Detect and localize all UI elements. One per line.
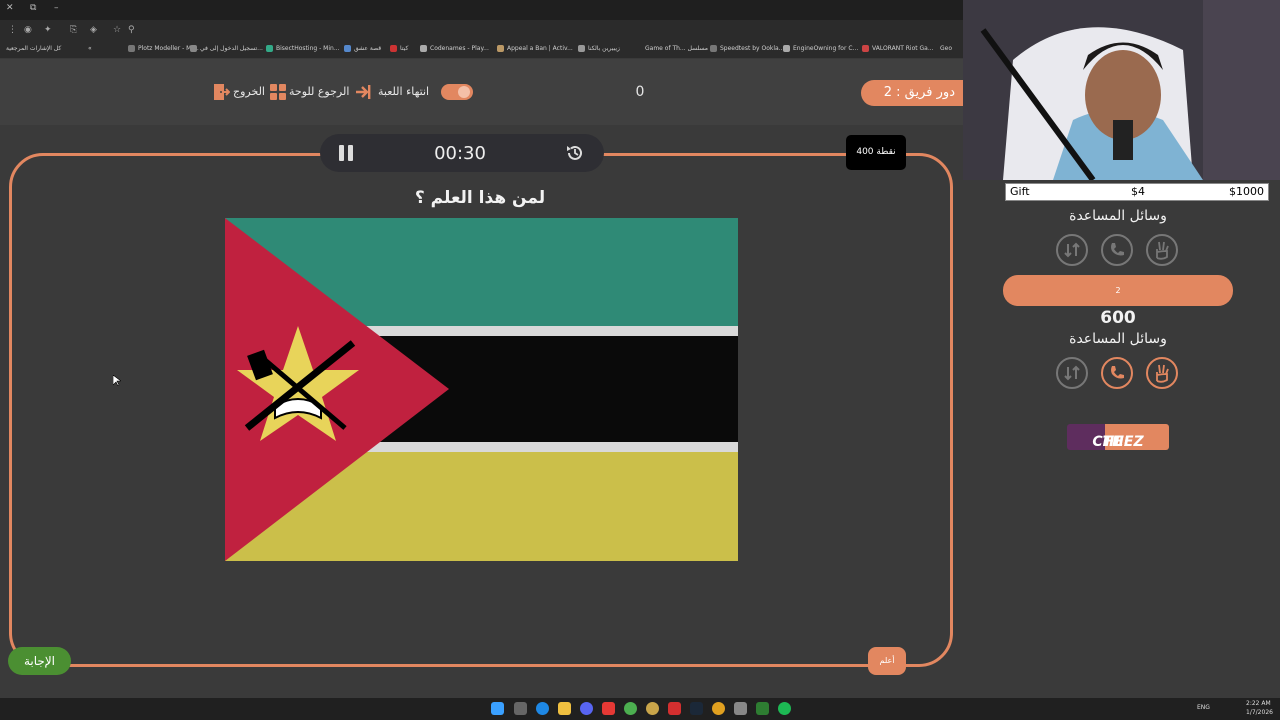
extension-icon[interactable]: ✦ bbox=[44, 25, 52, 35]
browser-titlebar: ✕ ⧉ – bbox=[0, 0, 963, 20]
hand-gesture-icon[interactable] bbox=[1146, 234, 1178, 266]
the-chefz-logo: THE CHEFZ bbox=[1067, 424, 1169, 450]
windows-taskbar: ENG 2:22 AM 1/7/2026 bbox=[0, 698, 1280, 720]
star-icon[interactable]: ☆ bbox=[113, 25, 121, 35]
bookmark-item[interactable]: زيبيرين بالكنا bbox=[578, 45, 620, 52]
help-tools-title: وسائل المساعدة bbox=[1069, 331, 1167, 347]
lens-icon[interactable]: ⚲ bbox=[128, 25, 135, 35]
toggle-knob bbox=[458, 86, 470, 98]
discord-icon[interactable] bbox=[580, 702, 593, 715]
windows-start-icon[interactable] bbox=[491, 702, 504, 715]
edge-icon[interactable] bbox=[536, 702, 549, 715]
arrow-right-icon[interactable] bbox=[354, 83, 372, 101]
phone-call-icon[interactable] bbox=[1101, 234, 1133, 266]
minimize-icon[interactable]: – bbox=[54, 3, 59, 13]
mouse-cursor-icon bbox=[113, 375, 121, 386]
screen: ✕ ⧉ – ⋮ ◉ ✦ ⎘ ◈ ☆ ⚲ كل الإشارات المرجعية… bbox=[0, 0, 1280, 720]
extension-icon[interactable]: ◈ bbox=[90, 25, 97, 35]
youtube-icon[interactable] bbox=[602, 702, 615, 715]
timer-bar: 00:30 bbox=[320, 134, 604, 172]
hand-gesture-icon[interactable] bbox=[1146, 357, 1178, 389]
team-turn-badge: دور فريق : 2 bbox=[861, 80, 963, 106]
mozambique-flag-image bbox=[225, 218, 738, 561]
task-view-icon[interactable] bbox=[514, 702, 527, 715]
bookmark-item[interactable]: قصة عشق bbox=[344, 45, 381, 52]
exit-door-icon[interactable] bbox=[212, 83, 230, 101]
bookmark-item[interactable]: Game of Th... مسلسل bbox=[645, 45, 708, 52]
menu-icon[interactable]: ⋮ bbox=[8, 25, 17, 35]
gift-label: Gift bbox=[1010, 185, 1030, 198]
swap-question-icon[interactable] bbox=[1056, 357, 1088, 389]
app-icon[interactable] bbox=[646, 702, 659, 715]
bookmark-item[interactable]: كل الإشارات المرجعية bbox=[6, 45, 61, 52]
bookmark-item[interactable]: كيتا bbox=[390, 45, 408, 52]
gift-price: $4 bbox=[1131, 185, 1145, 198]
clock-date[interactable]: 1/7/2026 bbox=[1246, 709, 1273, 716]
show-answer-button[interactable]: الإجابة bbox=[8, 647, 71, 675]
share-icon[interactable]: ⎘ bbox=[70, 25, 77, 35]
bookmark-item[interactable]: VALORANT Riot Ga... bbox=[862, 45, 934, 52]
close-icon[interactable]: ✕ bbox=[6, 3, 14, 13]
bookmark-item[interactable]: EngineOwning for C... bbox=[783, 45, 858, 52]
streamer-webcam-image bbox=[963, 0, 1280, 180]
bookmarks-bar: كل الإشارات المرجعية « Plotz Modeller - … bbox=[0, 41, 963, 59]
help-tools-title: وسائل المساعدة bbox=[1069, 208, 1167, 224]
reset-timer-icon[interactable] bbox=[564, 142, 586, 164]
bookmark-item[interactable]: تسجيل الدخول إلى في... bbox=[190, 45, 263, 52]
points-badge: 400 نقطة bbox=[846, 135, 906, 170]
back-to-board-label[interactable]: الرجوع للوحة bbox=[289, 85, 349, 98]
pause-icon[interactable] bbox=[338, 145, 354, 161]
chevron-icon[interactable]: « bbox=[88, 45, 92, 52]
restore-icon[interactable]: ⧉ bbox=[30, 3, 36, 13]
spotify-icon[interactable] bbox=[778, 702, 791, 715]
language-indicator[interactable]: ENG bbox=[1197, 704, 1210, 711]
gift-goal-bar: Gift $4 $1000 bbox=[1005, 183, 1269, 201]
app-icon[interactable] bbox=[756, 702, 769, 715]
browser-toolbar: ⋮ ◉ ✦ ⎘ ◈ ☆ ⚲ bbox=[0, 20, 963, 41]
timer-display: 00:30 bbox=[434, 143, 486, 164]
bookmark-item[interactable]: BisectHosting - Min... bbox=[266, 45, 340, 52]
bookmark-item[interactable]: Codenames - Play... bbox=[420, 45, 489, 52]
swap-question-icon[interactable] bbox=[1056, 234, 1088, 266]
bookmark-item[interactable]: Appeal a Ban | Activ... bbox=[497, 45, 573, 52]
file-explorer-icon[interactable] bbox=[558, 702, 571, 715]
profile-icon[interactable]: ◉ bbox=[24, 25, 32, 35]
webcam-overlay bbox=[963, 0, 1280, 180]
small-action-button[interactable]: أعلم bbox=[868, 647, 906, 675]
question-text: لمن هذا العلم ؟ bbox=[414, 188, 546, 208]
grid-icon[interactable] bbox=[269, 83, 287, 101]
game-header bbox=[0, 59, 963, 125]
steam-icon[interactable] bbox=[690, 702, 703, 715]
end-game-toggle[interactable] bbox=[441, 84, 473, 100]
team-2-score: 600 bbox=[1100, 308, 1136, 328]
clock-time[interactable]: 2:22 AM bbox=[1246, 700, 1271, 707]
score-display: 0 bbox=[635, 84, 645, 100]
bookmark-item[interactable]: Speedtest by Ookla... bbox=[710, 45, 784, 52]
chrome-icon[interactable] bbox=[712, 702, 725, 715]
gift-goal: $1000 bbox=[1229, 185, 1264, 198]
netflix-icon[interactable] bbox=[668, 702, 681, 715]
xbox-icon[interactable] bbox=[624, 702, 637, 715]
bookmark-item[interactable]: Plotz Modeller - Mi... bbox=[128, 45, 199, 52]
bookmark-item[interactable]: Geo bbox=[940, 45, 952, 52]
phone-call-icon[interactable] bbox=[1101, 357, 1133, 389]
team-2-bar[interactable]: 2 bbox=[1003, 275, 1233, 306]
end-game-label[interactable]: انتهاء اللعبة bbox=[378, 85, 429, 98]
app-icon[interactable] bbox=[734, 702, 747, 715]
exit-label[interactable]: الخروج bbox=[233, 85, 265, 98]
